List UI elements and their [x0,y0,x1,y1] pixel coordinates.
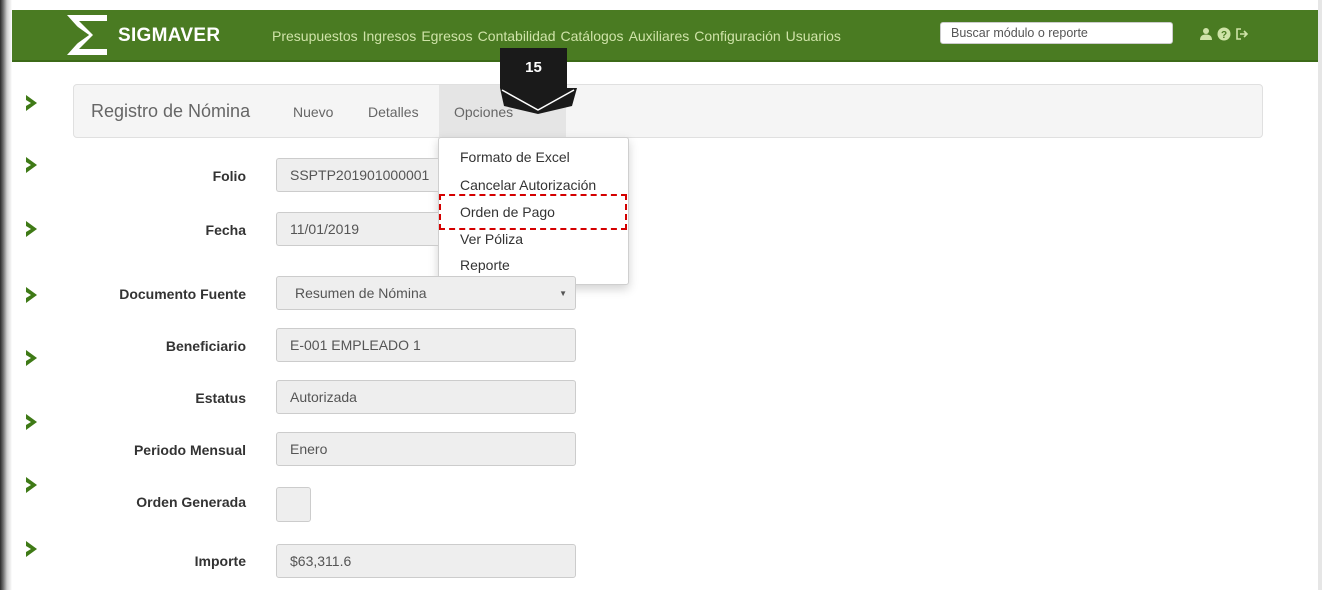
chevron-right-icon[interactable] [24,413,38,431]
step-marker: 15 [500,48,577,114]
top-navbar: SIGMAVER Presupuestos Ingresos Egresos C… [12,10,1318,62]
chevron-right-icon[interactable] [24,476,38,494]
window-left-edge [0,0,12,590]
chevron-right-icon[interactable] [24,286,38,304]
folio-value: SSPTP201901000001 [290,167,430,183]
sigmaver-logo-icon[interactable] [63,13,111,57]
fecha-field[interactable]: 11/01/2019 [276,212,438,246]
beneficiario-field[interactable]: E-001 EMPLEADO 1 [276,328,576,362]
periodo-mensual-field[interactable]: Enero [276,432,576,466]
main-nav: Presupuestos Ingresos Egresos Contabilid… [272,28,841,44]
chevron-right-icon[interactable] [24,156,38,174]
detalles-link[interactable]: Detalles [368,104,419,120]
marker-arrow-icon [500,48,577,114]
menu-item-cancelar-autorizacion[interactable]: Cancelar Autorización [460,177,596,193]
page-title: Registro de Nómina [91,101,251,121]
periodo-mensual-value: Enero [290,441,328,457]
importe-field[interactable]: $63,311.6 [276,544,576,578]
nav-ingresos[interactable]: Ingresos [363,28,417,44]
logout-icon[interactable] [1235,27,1249,41]
importe-value: $63,311.6 [290,553,352,569]
menu-item-reporte[interactable]: Reporte [460,257,510,273]
estatus-value: Autorizada [290,389,357,405]
marker-number: 15 [525,59,542,76]
help-icon[interactable]: ? [1217,27,1231,41]
nav-configuracion[interactable]: Configuración [694,28,780,44]
menu-item-orden-de-pago[interactable]: Orden de Pago [460,204,555,220]
beneficiario-label: Beneficiario [165,338,246,354]
importe-label: Importe [194,553,246,569]
menu-item-ver-poliza[interactable]: Ver Póliza [460,231,523,247]
documento-fuente-select[interactable]: Resumen de Nómina ▼ [276,276,576,310]
caret-down-icon: ▼ [559,289,567,298]
fecha-label: Fecha [205,222,246,238]
nav-presupuestos[interactable]: Presupuestos [272,28,358,44]
estatus-field[interactable]: Autorizada [276,380,576,414]
window-right-edge [1318,0,1322,590]
nav-usuarios[interactable]: Usuarios [786,28,841,44]
options-dropdown-menu: Formato de Excel Cancelar Autorización O… [438,137,629,285]
chevron-right-icon[interactable] [24,349,38,367]
menu-item-formato-excel[interactable]: Formato de Excel [460,149,570,165]
fecha-value: 11/01/2019 [290,221,360,237]
nav-catalogos[interactable]: Catálogos [561,28,624,44]
user-icon[interactable] [1199,27,1213,41]
nav-auxiliares[interactable]: Auxiliares [629,28,690,44]
sub-header: Registro de Nómina Nuevo Detalles Opcion… [73,84,1263,138]
nav-icons: ? [1199,27,1249,41]
brand-name[interactable]: SIGMAVER [118,25,220,47]
orden-generada-label: Orden Generada [136,494,246,510]
estatus-label: Estatus [195,390,246,406]
svg-text:?: ? [1221,30,1227,41]
orden-generada-checkbox[interactable] [276,487,311,522]
folio-label: Folio [212,168,246,184]
nav-egresos[interactable]: Egresos [421,28,472,44]
documento-fuente-value: Resumen de Nómina [295,285,427,301]
nuevo-link[interactable]: Nuevo [293,104,333,120]
folio-field[interactable]: SSPTP201901000001 [276,158,438,192]
search-input[interactable] [940,22,1173,44]
nav-contabilidad[interactable]: Contabilidad [478,28,556,44]
beneficiario-value: E-001 EMPLEADO 1 [290,337,421,353]
periodo-mensual-label: Periodo Mensual [133,442,246,458]
chevron-right-icon[interactable] [24,220,38,238]
chevron-right-icon[interactable] [24,540,38,558]
documento-fuente-label: Documento Fuente [119,286,246,302]
chevron-right-icon[interactable] [24,94,38,112]
